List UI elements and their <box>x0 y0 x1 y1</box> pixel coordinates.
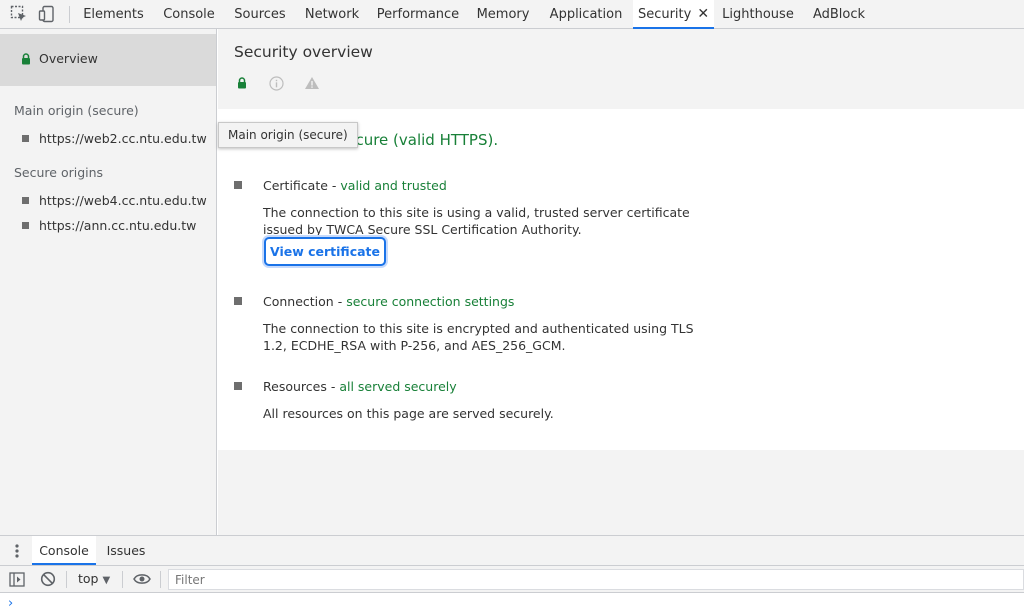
tab-label: Application <box>549 7 623 22</box>
section-status: all served securely <box>339 379 457 394</box>
origin-square-icon <box>22 197 29 204</box>
tab-performance[interactable]: Performance <box>372 0 464 29</box>
section-name: Connection <box>263 294 334 309</box>
tab-sources[interactable]: Sources <box>228 0 292 29</box>
section-square-icon <box>234 181 242 189</box>
lock-icon <box>22 53 30 65</box>
tab-application[interactable]: Application <box>543 0 629 29</box>
section-name: Resources <box>263 379 327 394</box>
connection-section: Connection - secure connection settings … <box>234 294 704 354</box>
page-title: Security overview <box>234 43 373 61</box>
devtools-tab-bar: Elements Console Sources Network Perform… <box>0 0 1024 29</box>
tab-label: Sources <box>234 7 286 22</box>
security-details: This page is secure (valid HTTPS). Certi… <box>218 109 1024 450</box>
context-selector[interactable]: top ▼ <box>78 571 110 586</box>
more-vertical-icon[interactable] <box>14 543 20 559</box>
secure-origins-heading: Secure origins <box>14 165 104 180</box>
toolbar-divider <box>66 571 67 588</box>
security-overview-header: Security overview <box>218 29 1024 109</box>
main-origin-heading: Main origin (secure) <box>14 103 139 118</box>
tab-security[interactable]: Security ✕ <box>633 0 714 29</box>
tab-network[interactable]: Network <box>298 0 366 29</box>
tab-label: Security <box>637 7 692 22</box>
lock-icon <box>238 77 246 89</box>
eye-icon[interactable] <box>133 573 151 585</box>
clear-console-icon[interactable] <box>40 571 56 587</box>
tab-label: Network <box>304 7 360 22</box>
tab-elements[interactable]: Elements <box>78 0 149 29</box>
device-toolbar-icon[interactable] <box>37 5 57 23</box>
origin-url: https://ann.cc.ntu.edu.tw <box>39 218 197 233</box>
section-square-icon <box>234 297 242 305</box>
tab-label: Console <box>163 7 215 22</box>
tab-console[interactable]: Console <box>156 0 222 29</box>
toolbar-divider <box>69 6 70 23</box>
view-certificate-button[interactable]: View certificate <box>264 237 386 266</box>
console-toolbar: top ▼ <box>0 566 1024 593</box>
sidebar-item-overview[interactable]: Overview <box>0 34 216 86</box>
section-name: Certificate <box>263 178 328 193</box>
tab-label: Memory <box>476 7 530 22</box>
section-description: All resources on this page are served se… <box>263 406 554 421</box>
console-prompt-icon[interactable]: › <box>8 596 13 611</box>
warning-icon <box>305 77 319 89</box>
tab-label: Lighthouse <box>722 7 794 22</box>
filter-input[interactable] <box>168 569 1024 590</box>
section-description: The connection to this site is encrypted… <box>263 321 694 353</box>
tab-lighthouse[interactable]: Lighthouse <box>719 0 797 29</box>
section-square-icon <box>234 382 242 390</box>
tab-memory[interactable]: Memory <box>470 0 536 29</box>
drawer-tab-console[interactable]: Console <box>32 536 96 565</box>
origin-url: https://web2.cc.ntu.edu.tw <box>39 131 207 146</box>
close-icon[interactable]: ✕ <box>697 6 709 22</box>
dropdown-arrow-icon: ▼ <box>102 575 111 586</box>
tab-label: AdBlock <box>812 7 866 22</box>
sidebar-item-label: Overview <box>39 51 98 66</box>
context-label: top <box>78 571 99 586</box>
section-title: Resources - all served securely <box>263 379 457 394</box>
sidebar-toggle-icon[interactable] <box>9 572 25 587</box>
tooltip: Main origin (secure) <box>218 122 358 148</box>
drawer-tab-issues[interactable]: Issues <box>104 536 148 565</box>
sidebar-item-secure-origin[interactable]: https://ann.cc.ntu.edu.tw <box>22 218 196 233</box>
origin-url: https://web4.cc.ntu.edu.tw <box>39 193 207 208</box>
inspect-element-icon[interactable] <box>9 5 29 23</box>
toolbar-divider <box>160 571 161 588</box>
origin-square-icon <box>22 135 29 142</box>
empty-panel-area <box>218 450 1024 535</box>
section-title: Certificate - valid and trusted <box>263 178 447 193</box>
sidebar-item-main-origin[interactable]: https://web2.cc.ntu.edu.tw <box>22 131 207 146</box>
sidebar-item-secure-origin[interactable]: https://web4.cc.ntu.edu.tw <box>22 193 207 208</box>
toolbar-divider <box>122 571 123 588</box>
section-description: The connection to this site is using a v… <box>263 205 690 237</box>
section-status: valid and trusted <box>340 178 447 193</box>
drawer-tab-bar: Console Issues <box>0 535 1024 566</box>
tab-label: Elements <box>83 7 144 22</box>
section-title: Connection - secure connection settings <box>263 294 515 309</box>
resources-section: Resources - all served securely All reso… <box>234 379 704 424</box>
origin-square-icon <box>22 222 29 229</box>
info-icon <box>269 76 284 91</box>
tab-label: Performance <box>376 7 460 22</box>
tab-adblock[interactable]: AdBlock <box>808 0 870 29</box>
security-sidebar: Overview Main origin (secure) https://we… <box>0 29 217 535</box>
section-status: secure connection settings <box>346 294 515 309</box>
